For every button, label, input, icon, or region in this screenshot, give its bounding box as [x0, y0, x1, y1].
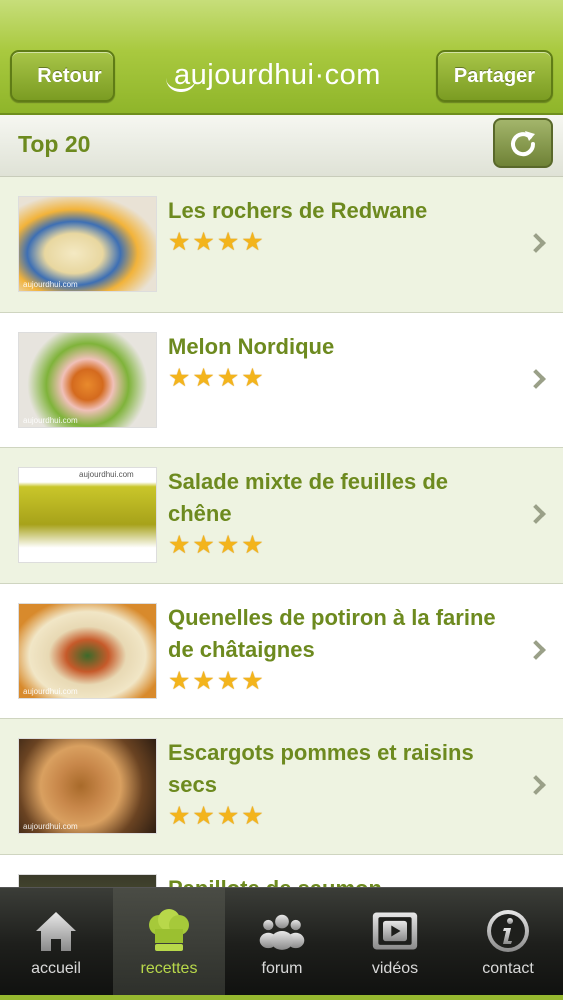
section-header: Top 20 — [0, 115, 563, 177]
rating-stars: ★ ★ ★ ★ — [168, 803, 498, 829]
rating-stars: ★ ★ ★ ★ — [168, 229, 498, 255]
list-item[interactable]: aujourdhui.com Melon Nordique ★ ★ ★ ★ — [0, 312, 563, 448]
top-navigation-bar: Retour aujourdhui·com Partager — [0, 0, 563, 115]
section-title: Top 20 — [18, 131, 91, 157]
tab-label: forum — [261, 960, 303, 977]
chevron-right-icon — [526, 368, 546, 389]
recipe-title-block: Melon Nordique ★ ★ ★ ★ — [168, 331, 498, 391]
refresh-icon — [511, 131, 536, 157]
star-icon: ★ — [216, 228, 240, 256]
recipe-title: Escargots pommes et raisins secs — [168, 740, 474, 797]
list-item[interactable]: aujourdhui.com Les rochers de Redwane ★ ★… — [0, 177, 563, 313]
star-icon: ★ — [241, 531, 264, 559]
recipe-title: Salade mixte de feuilles de chêne — [168, 469, 449, 526]
recipe-title-block: Les rochers de Redwane ★ ★ ★ ★ — [168, 195, 498, 255]
star-icon: ★ — [168, 666, 191, 695]
rating-stars: ★ ★ ★ ★ — [168, 532, 498, 558]
refresh-button[interactable] — [493, 118, 553, 168]
tab-label: recettes — [140, 960, 198, 977]
thumbnail-watermark: aujourdhui.com — [23, 822, 78, 831]
star-icon: ★ — [241, 802, 264, 830]
star-icon: ★ — [192, 802, 215, 830]
chef-hat-icon — [145, 908, 193, 954]
tab-accueil[interactable]: accueil — [0, 888, 112, 996]
tab-contact[interactable]: contact — [452, 888, 563, 996]
info-icon — [484, 908, 532, 954]
star-icon: ★ — [192, 363, 215, 392]
star-icon: ★ — [192, 228, 215, 256]
star-icon: ★ — [241, 363, 264, 392]
recipe-thumbnail: aujourdhui.com — [18, 196, 157, 292]
list-item[interactable]: aujourdhui.com Salade mixte de feuilles … — [0, 448, 563, 584]
star-icon: ★ — [241, 666, 264, 695]
recipe-thumbnail: aujourdhui.com — [18, 467, 157, 563]
recipe-title-block: Salade mixte de feuilles de chêne ★ ★ ★ ★ — [168, 466, 498, 558]
recipe-title-block: Quenelles de potiron à la farine de chât… — [168, 602, 498, 694]
chevron-right-icon — [526, 233, 546, 254]
video-icon — [371, 908, 419, 954]
recipe-thumbnail: aujourdhui.com — [18, 331, 157, 428]
recipe-thumbnail: aujourdhui.com — [18, 738, 157, 834]
star-icon: ★ — [241, 228, 264, 256]
back-button[interactable]: Retour — [10, 50, 115, 102]
thumbnail-watermark: aujourdhui.com — [23, 280, 78, 289]
share-button[interactable]: Partager — [436, 50, 553, 102]
star-icon: ★ — [216, 363, 240, 392]
list-item[interactable]: aujourdhui.com Quenelles de potiron à la… — [0, 583, 563, 719]
rating-stars: ★ ★ ★ ★ — [168, 668, 498, 694]
recipe-title: Les rochers de Redwane — [168, 198, 428, 223]
logo-text: aujourdhui·com — [174, 58, 381, 91]
star-icon: ★ — [168, 363, 191, 392]
recipe-title-block: Escargots pommes et raisins secs ★ ★ ★ ★ — [168, 737, 498, 829]
star-icon: ★ — [216, 531, 240, 559]
people-icon — [258, 908, 306, 954]
recipe-title: Melon Nordique — [168, 333, 335, 359]
star-icon: ★ — [168, 802, 191, 830]
chevron-right-icon — [526, 504, 546, 525]
recipe-thumbnail: aujourdhui.com — [18, 602, 157, 699]
chevron-right-icon — [526, 775, 546, 796]
thumbnail-watermark: aujourdhui.com — [23, 415, 78, 425]
tab-recettes[interactable]: recettes — [113, 888, 225, 996]
rating-stars: ★ ★ ★ ★ — [168, 365, 498, 391]
bottom-tab-bar: accueil recettes forum vidéos contact — [0, 887, 563, 1000]
star-icon: ★ — [192, 666, 215, 695]
star-icon: ★ — [168, 531, 191, 559]
list-item[interactable]: aujourdhui.com Escargots pommes et raisi… — [0, 719, 563, 855]
chevron-right-icon — [526, 639, 546, 660]
aujourdhui-logo: aujourdhui·com — [160, 52, 395, 98]
tab-forum[interactable]: forum — [226, 888, 338, 996]
tab-label: contact — [482, 960, 534, 977]
recipe-title: Quenelles de potiron à la farine de chât… — [168, 604, 496, 662]
home-icon — [32, 908, 80, 954]
recipe-list: aujourdhui.com Les rochers de Redwane ★ ★… — [0, 177, 563, 990]
thumbnail-watermark: aujourdhui.com — [23, 686, 78, 696]
star-icon: ★ — [192, 531, 215, 559]
star-icon: ★ — [168, 228, 191, 256]
tab-label: vidéos — [371, 960, 419, 977]
tab-videos[interactable]: vidéos — [339, 888, 451, 996]
tab-label: accueil — [31, 960, 81, 977]
star-icon: ★ — [216, 802, 240, 830]
star-icon: ★ — [216, 666, 240, 695]
thumbnail-watermark: aujourdhui.com — [79, 470, 134, 479]
